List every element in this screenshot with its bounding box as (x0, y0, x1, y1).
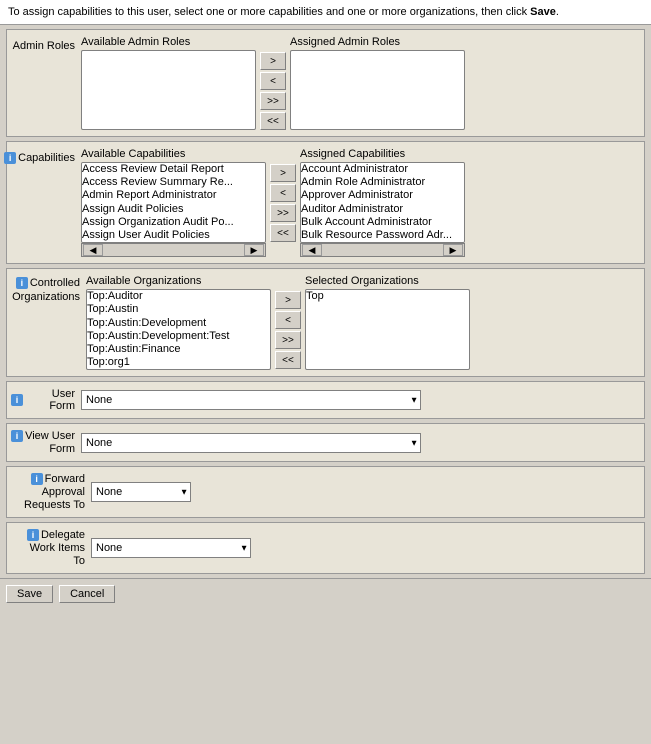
available-orgs-container: Available Organizations Top:Auditor Top:… (86, 275, 271, 370)
controlled-orgs-section: i Controlled Organizations Available Org… (6, 268, 645, 377)
forward-approval-label: i Forward Approval Requests To (11, 473, 91, 511)
hscroll-track2 (322, 245, 443, 255)
view-user-form-label: i View User Form (11, 430, 81, 455)
forward-approval-dropdown-wrap: None ▼ (91, 482, 191, 502)
user-form-label: i User Form (11, 388, 81, 412)
hscroll-track (103, 245, 244, 255)
assigned-capabilities-list[interactable]: Account Administrator Admin Role Adminis… (300, 162, 465, 243)
available-orgs-title: Available Organizations (86, 275, 271, 287)
assigned-capabilities-container: Assigned Capabilities Account Administra… (300, 148, 465, 257)
admin-roles-section: Admin Roles Available Admin Roles > < >>… (6, 29, 645, 137)
forward-approval-dropdown[interactable]: None (91, 482, 191, 502)
capabilities-assigned-hscroll[interactable]: ◀ ▶ (300, 243, 465, 257)
user-form-row: i User Form None ▼ (6, 381, 645, 419)
view-user-form-dropdown[interactable]: None (81, 433, 421, 453)
instructions-bold: Save (530, 6, 556, 18)
capabilities-arrows: > < >> << (266, 164, 300, 242)
orgs-arrows: > < >> << (271, 291, 305, 369)
admin-roles-move-left[interactable]: < (260, 72, 286, 90)
assigned-admin-roles-container: Assigned Admin Roles (290, 36, 465, 130)
user-form-dropdown[interactable]: None (81, 390, 421, 410)
admin-roles-label: Admin Roles (11, 36, 81, 52)
selected-orgs-container: Selected Organizations Top (305, 275, 470, 370)
admin-roles-move-right[interactable]: > (260, 52, 286, 70)
save-button[interactable]: Save (6, 585, 53, 603)
orgs-move-left[interactable]: < (275, 311, 301, 329)
available-admin-roles-title: Available Admin Roles (81, 36, 256, 48)
capabilities-move-left[interactable]: < (270, 184, 296, 202)
orgs-move-all-right[interactable]: >> (275, 331, 301, 349)
cancel-button[interactable]: Cancel (59, 585, 115, 603)
available-capabilities-title: Available Capabilities (81, 148, 266, 160)
bottom-buttons-bar: Save Cancel (0, 578, 651, 609)
assigned-capabilities-title: Assigned Capabilities (300, 148, 465, 160)
delegate-work-items-dropdown-wrap: None ▼ (91, 538, 251, 558)
controlled-orgs-info-icon[interactable]: i (16, 277, 28, 289)
delegate-work-items-dropdown[interactable]: None (91, 538, 251, 558)
assigned-admin-roles-title: Assigned Admin Roles (290, 36, 465, 48)
selected-orgs-list[interactable]: Top (305, 289, 470, 370)
available-admin-roles-container: Available Admin Roles (81, 36, 256, 130)
admin-roles-move-all-right[interactable]: >> (260, 92, 286, 110)
capabilities-dual-list: Available Capabilities Access Review Det… (81, 148, 465, 257)
available-admin-roles-list[interactable] (81, 50, 256, 130)
capabilities-move-right[interactable]: > (270, 164, 296, 182)
instructions-suffix: . (556, 6, 559, 18)
hscroll-left-btn2[interactable]: ◀ (302, 244, 322, 256)
forward-approval-row: i Forward Approval Requests To None ▼ (6, 466, 645, 518)
hscroll-right-btn[interactable]: ▶ (244, 244, 264, 256)
selected-orgs-title: Selected Organizations (305, 275, 470, 287)
capabilities-available-hscroll[interactable]: ◀ ▶ (81, 243, 266, 257)
view-user-form-row: i View User Form None ▼ (6, 423, 645, 462)
capabilities-move-all-right[interactable]: >> (270, 204, 296, 222)
capabilities-label: i Capabilities (11, 148, 81, 164)
user-form-dropdown-wrap: None ▼ (81, 390, 421, 410)
capabilities-section: i Capabilities Available Capabilities Ac… (6, 141, 645, 264)
assigned-admin-roles-list[interactable] (290, 50, 465, 130)
user-form-info-icon[interactable]: i (11, 394, 23, 406)
hscroll-left-btn[interactable]: ◀ (83, 244, 103, 256)
orgs-move-all-left[interactable]: << (275, 351, 301, 369)
capabilities-info-icon[interactable]: i (4, 152, 16, 164)
orgs-move-right[interactable]: > (275, 291, 301, 309)
delegate-work-items-label: i Delegate Work Items To (11, 529, 91, 567)
admin-roles-dual-list: Available Admin Roles > < >> << Assigned… (81, 36, 465, 130)
available-capabilities-list[interactable]: Access Review Detail Report Access Revie… (81, 162, 266, 243)
page: To assign capabilities to this user, sel… (0, 0, 651, 609)
delegate-work-items-row: i Delegate Work Items To None ▼ (6, 522, 645, 574)
capabilities-move-all-left[interactable]: << (270, 224, 296, 242)
hscroll-right-btn2[interactable]: ▶ (443, 244, 463, 256)
instructions-text: To assign capabilities to this user, sel… (8, 6, 530, 18)
forward-approval-info-icon[interactable]: i (31, 473, 43, 485)
admin-roles-move-all-left[interactable]: << (260, 112, 286, 130)
view-user-form-info-icon[interactable]: i (11, 430, 23, 442)
available-orgs-list[interactable]: Top:Auditor Top:Austin Top:Austin:Develo… (86, 289, 271, 370)
controlled-orgs-dual-list: Available Organizations Top:Auditor Top:… (86, 275, 470, 370)
admin-roles-arrows: > < >> << (256, 52, 290, 130)
delegate-work-items-info-icon[interactable]: i (27, 529, 39, 541)
controlled-orgs-label: i Controlled Organizations (11, 275, 86, 303)
available-capabilities-container: Available Capabilities Access Review Det… (81, 148, 266, 257)
view-user-form-dropdown-wrap: None ▼ (81, 433, 421, 453)
instructions-bar: To assign capabilities to this user, sel… (0, 0, 651, 25)
